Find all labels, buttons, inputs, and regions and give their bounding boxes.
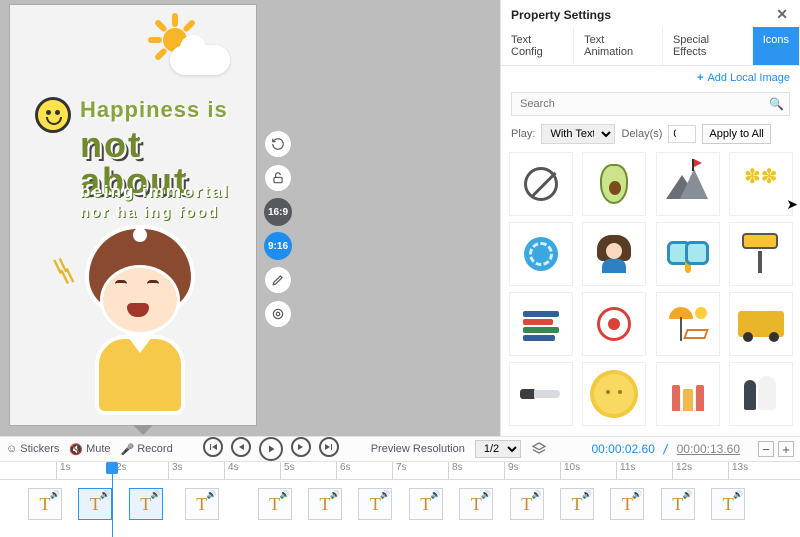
tab-text-animation[interactable]: Text Animation: [574, 27, 663, 65]
timeline-clip[interactable]: 🔊T: [28, 488, 62, 520]
wedding-couple-icon[interactable]: [729, 362, 793, 426]
add-local-image-link[interactable]: Add Local Image: [501, 66, 800, 84]
kitchen-knife-icon[interactable]: [509, 362, 573, 426]
avocado-icon[interactable]: [582, 152, 646, 216]
panel-title: Property Settings: [511, 8, 611, 22]
exclaim-graphic: \\: [60, 266, 76, 288]
zoom-out-button[interactable]: −: [758, 441, 774, 457]
aspect-16-9-button[interactable]: 16:9: [264, 198, 292, 226]
timeline-clip[interactable]: 🔊T: [661, 488, 695, 520]
lock-button[interactable]: [264, 164, 292, 192]
panel-close-button[interactable]: ✕: [772, 6, 792, 23]
businesswoman-icon[interactable]: [582, 222, 646, 286]
panel-tabs: Text ConfigText AnimationSpecial Effects…: [501, 27, 800, 66]
layers-button[interactable]: [531, 441, 547, 457]
zoom-in-button[interactable]: +: [778, 441, 794, 457]
icon-search-input[interactable]: [511, 92, 790, 116]
icon-grid: ➤ ✽✽: [501, 152, 800, 436]
preview-res-select[interactable]: 1/2: [475, 440, 521, 458]
ruler-tick: 6s: [336, 462, 351, 480]
ruler-tick: 10s: [560, 462, 580, 480]
icon-search: 🔍: [511, 92, 790, 116]
canvas-frame[interactable]: Happiness is not about being immortal no…: [10, 5, 256, 425]
skip-start-button[interactable]: [203, 437, 223, 457]
paint-roller-icon[interactable]: [729, 222, 793, 286]
mute-toggle[interactable]: 🔇Mute: [69, 443, 110, 456]
ruler-tick: 13s: [728, 462, 748, 480]
target-person-icon[interactable]: [582, 292, 646, 356]
beach-umbrella-icon[interactable]: [656, 292, 720, 356]
ruler-tick: 12s: [672, 462, 692, 480]
ruler-tick: 11s: [616, 462, 635, 480]
timeline-clip[interactable]: 🔊T: [409, 488, 443, 520]
skip-end-button[interactable]: [319, 437, 339, 457]
timeline[interactable]: 1s2s3s4s5s6s7s8s9s10s11s12s13s 🔊T🔊T🔊T🔊T🔊…: [0, 462, 800, 537]
timeline-clip[interactable]: 🔊T: [610, 488, 644, 520]
snorkel-goggles-icon[interactable]: [656, 222, 720, 286]
play-label: Play:: [511, 128, 535, 140]
jam-jars-icon[interactable]: [656, 362, 720, 426]
timeline-track[interactable]: 🔊T 🔊T 🔊T 🔊T 🔊T 🔊T 🔊T 🔊T 🔊T 🔊T 🔊T 🔊T 🔊T 🔊T: [0, 484, 800, 524]
ruler-tick: 1s: [56, 462, 71, 480]
stickers-toggle[interactable]: ☺Stickers: [6, 443, 59, 455]
preview-res-label: Preview Resolution: [371, 443, 465, 455]
canvas-text-line1[interactable]: Happiness is: [80, 99, 228, 121]
settings-button[interactable]: [264, 300, 292, 328]
timeline-clip[interactable]: 🔊T: [258, 488, 292, 520]
dandelion-icon[interactable]: ✽✽: [729, 152, 793, 216]
playback-toolbar: ☺Stickers 🔇Mute 🎤Record Preview Resoluti…: [0, 436, 800, 462]
play-button[interactable]: [259, 437, 283, 461]
timeline-clip[interactable]: 🔊T: [129, 488, 163, 520]
delay-label: Delay(s): [621, 128, 662, 140]
rosette-badge-icon[interactable]: [509, 222, 573, 286]
edit-button[interactable]: [264, 266, 292, 294]
tab-text-config[interactable]: Text Config: [501, 27, 574, 65]
canvas-workspace[interactable]: Happiness is not about being immortal no…: [0, 0, 500, 436]
timeline-clip[interactable]: 🔊T: [78, 488, 112, 520]
apply-to-all-button[interactable]: Apply to All: [702, 124, 770, 144]
play-settings-row: Play: With Text Delay(s) Apply to All: [501, 124, 800, 152]
aspect-9-16-button[interactable]: 9:16: [264, 232, 292, 260]
current-time: 00:00:02.60: [592, 442, 655, 456]
ruler-tick: 9s: [504, 462, 519, 480]
timeline-clip[interactable]: 🔊T: [459, 488, 493, 520]
canvas-text-line3[interactable]: being immortal: [80, 183, 230, 200]
timeline-clip[interactable]: 🔊T: [358, 488, 392, 520]
no-smoking-icon[interactable]: [509, 152, 573, 216]
time-display: 00:00:02.60 / 00:00:13.60: [592, 442, 741, 456]
ruler-tick: 7s: [392, 462, 407, 480]
ruler-tick: 8s: [448, 462, 463, 480]
prev-frame-button[interactable]: [231, 437, 251, 457]
cloud-graphic: [170, 45, 230, 75]
timeline-clip[interactable]: 🔊T: [185, 488, 219, 520]
book-stack-icon[interactable]: [509, 292, 573, 356]
canvas-vertical-toolbar: 16:9 9:16: [264, 130, 292, 328]
mountain-flag-icon[interactable]: [656, 152, 720, 216]
timeline-clip[interactable]: 🔊T: [560, 488, 594, 520]
timeline-clip[interactable]: 🔊T: [308, 488, 342, 520]
play-mode-select[interactable]: With Text: [541, 124, 615, 144]
ruler-tick: 4s: [224, 462, 239, 480]
mouse-cursor-icon: ➤: [786, 196, 798, 213]
ruler-tick: 3s: [168, 462, 183, 480]
next-frame-button[interactable]: [291, 437, 311, 457]
rotate-button[interactable]: [264, 130, 292, 158]
record-toggle[interactable]: 🎤Record: [121, 443, 173, 456]
delay-input[interactable]: [668, 125, 696, 143]
delivery-truck-icon[interactable]: [729, 292, 793, 356]
tab-special-effects[interactable]: Special Effects: [663, 27, 753, 65]
girl-character-graphic[interactable]: [75, 225, 205, 415]
smiley-graphic: [35, 97, 71, 133]
timeline-clip[interactable]: 🔊T: [510, 488, 544, 520]
timeline-ruler[interactable]: 1s2s3s4s5s6s7s8s9s10s11s12s13s: [0, 462, 800, 480]
tab-icons[interactable]: Icons: [753, 27, 800, 65]
total-duration[interactable]: 00:00:13.60: [677, 442, 740, 456]
search-icon: 🔍: [769, 97, 784, 111]
canvas-text-line4[interactable]: nor ha ing food: [80, 205, 219, 220]
timeline-clip[interactable]: 🔊T: [711, 488, 745, 520]
sun-face-icon[interactable]: [582, 362, 646, 426]
ruler-tick: 5s: [280, 462, 295, 480]
property-panel: Property Settings ✕ Text ConfigText Anim…: [500, 0, 800, 436]
